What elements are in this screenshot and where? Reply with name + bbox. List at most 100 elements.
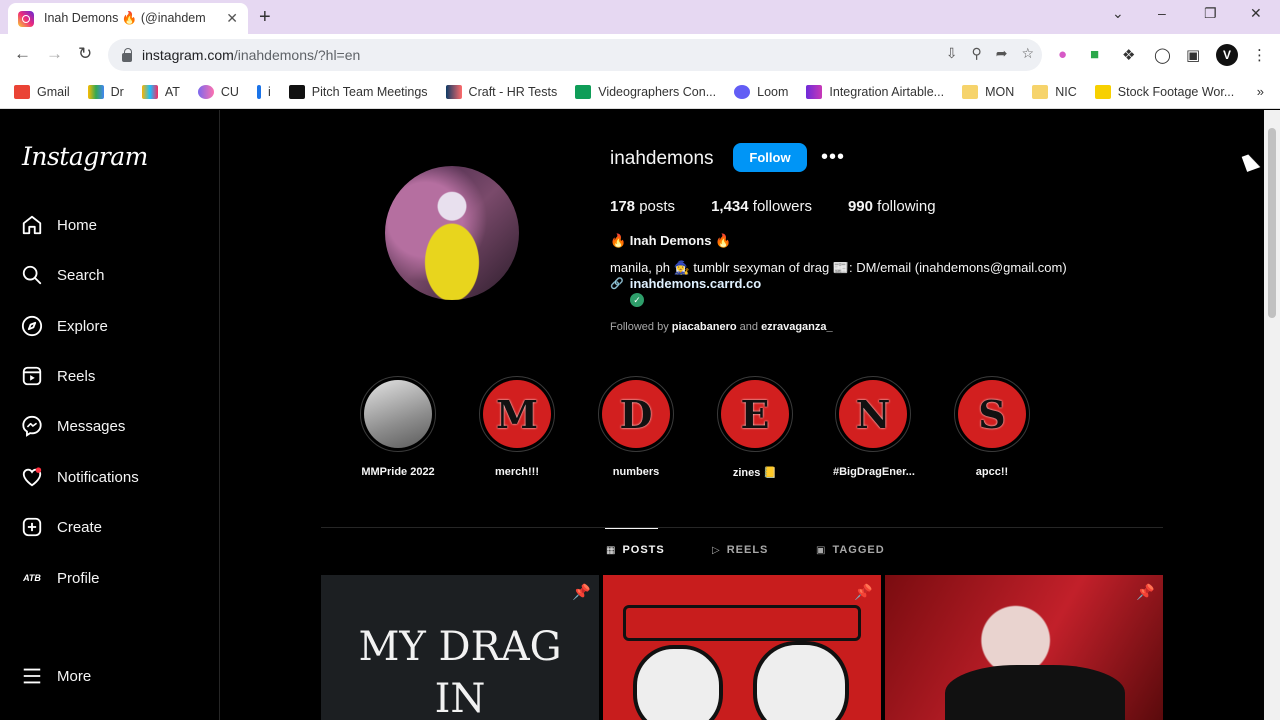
- tab-title: Inah Demons 🔥 (@inahdem: [44, 11, 206, 25]
- nav-reels[interactable]: Reels: [20, 361, 95, 391]
- bookmarks-overflow-icon[interactable]: »: [1257, 84, 1264, 99]
- tab-reels[interactable]: ▷ REELS: [712, 544, 768, 556]
- address-bar[interactable]: instagram.com/inahdemons/?hl=en ⇩ ⚲ ➦ ☆: [108, 39, 1042, 71]
- lock-icon[interactable]: [122, 47, 132, 62]
- post-thumbnail[interactable]: 📌: [603, 575, 881, 720]
- nav-home[interactable]: Home: [20, 210, 97, 240]
- bookmark-drive[interactable]: Dr: [87, 85, 124, 99]
- browser-tab[interactable]: Inah Demons 🔥 (@inahdem ✕: [8, 3, 248, 34]
- highlight-apcc[interactable]: S apcc!!: [952, 376, 1032, 478]
- reels-icon: ▷: [712, 544, 721, 556]
- profile-link[interactable]: 🔗 inahdemons.carrd.co: [610, 276, 761, 291]
- new-tab-button[interactable]: +: [259, 6, 271, 29]
- tab-search-chevron-icon[interactable]: ⌄: [1112, 5, 1124, 22]
- browser-profile-avatar[interactable]: V: [1216, 44, 1238, 66]
- close-window-icon[interactable]: ✕: [1250, 5, 1262, 22]
- nav-profile[interactable]: ATB Profile: [20, 563, 99, 593]
- check-badge-icon: ✓: [630, 293, 644, 307]
- bookmark-videographers[interactable]: Videographers Con...: [575, 85, 716, 99]
- posts-stat: 178 posts: [610, 198, 676, 215]
- highlight-cover: N: [839, 380, 907, 448]
- zoom-icon[interactable]: ⚲: [971, 45, 981, 62]
- forward-arrow-icon[interactable]: →: [46, 44, 63, 64]
- bookmark-gmail[interactable]: Gmail: [14, 85, 70, 99]
- folder-icon: [962, 85, 979, 99]
- search-icon: [20, 263, 44, 287]
- reload-icon[interactable]: ↻: [78, 44, 92, 64]
- highlight-mmpride[interactable]: MMPride 2022: [358, 376, 438, 478]
- instagram-favicon-icon: [18, 10, 34, 27]
- profile-tabs: ▦ POSTS ▷ REELS ▣ TAGGED: [321, 528, 1163, 574]
- nav-explore[interactable]: Explore: [20, 311, 108, 341]
- highlight-numbers[interactable]: D numbers: [596, 376, 676, 478]
- compass-icon: [20, 314, 44, 338]
- post-illustration: [633, 645, 723, 720]
- reels-icon: [20, 364, 44, 388]
- following-stat[interactable]: 990 following: [848, 198, 936, 215]
- tab-close-icon[interactable]: ✕: [226, 10, 238, 27]
- link-icon: 🔗: [610, 278, 624, 290]
- back-arrow-icon[interactable]: ←: [14, 44, 31, 64]
- highlight-bigdragenergy[interactable]: N #BigDragEner...: [833, 376, 915, 478]
- instagram-page: Instagram Home Search Explore Reels Mess…: [0, 110, 1264, 720]
- bookmark-pitch-team-meetings[interactable]: Pitch Team Meetings: [288, 85, 428, 99]
- scrollbar-thumb[interactable]: [1268, 128, 1276, 318]
- nav-create[interactable]: Create: [20, 512, 102, 542]
- bookmark-cu[interactable]: CU: [197, 85, 239, 99]
- install-app-icon[interactable]: ⇩: [946, 45, 958, 62]
- drive-icon: [87, 85, 104, 99]
- followed-by[interactable]: Followed by piacabanero and ezravaganza_: [610, 321, 833, 333]
- extensions-puzzle-icon[interactable]: ❖: [1122, 46, 1135, 64]
- bookmark-airtable[interactable]: AT: [141, 85, 180, 99]
- browser-menu-icon[interactable]: ⋮: [1252, 46, 1267, 64]
- bookmark-stock-footage[interactable]: Stock Footage Wor...: [1094, 85, 1234, 99]
- extension-sync-icon[interactable]: ◯: [1154, 46, 1171, 64]
- url-path: /inahdemons/?hl=en: [233, 47, 361, 63]
- extension-sheets-icon[interactable]: ■: [1090, 46, 1099, 63]
- side-panel-icon[interactable]: ▣: [1186, 46, 1200, 64]
- bookmark-loom[interactable]: Loom: [734, 85, 788, 99]
- profile-avatar-icon: ATB: [23, 573, 41, 583]
- highlight-zines[interactable]: E zines 📒: [715, 376, 795, 479]
- sheets-icon: [575, 85, 592, 99]
- post-band-logo: [623, 605, 861, 641]
- tag-icon: ▣: [816, 544, 827, 556]
- heart-icon: [20, 465, 44, 489]
- highlight-cover: [364, 380, 432, 448]
- more-options-icon[interactable]: •••: [821, 146, 845, 169]
- follow-button[interactable]: Follow: [733, 143, 807, 172]
- tab-tagged[interactable]: ▣ TAGGED: [816, 544, 885, 556]
- restore-window-icon[interactable]: ❐: [1204, 5, 1217, 22]
- bookmark-folder-nic[interactable]: NIC: [1032, 85, 1077, 99]
- page-scrollbar[interactable]: [1264, 110, 1280, 720]
- pin-icon: 📌: [572, 584, 591, 601]
- post-thumbnail[interactable]: 📌: [885, 575, 1163, 720]
- highlight-cover: D: [602, 380, 670, 448]
- instagram-logo[interactable]: Instagram: [22, 142, 148, 171]
- post-thumbnail[interactable]: MY DRAG IN 📌: [321, 575, 599, 720]
- bookmarks-bar: Gmail Dr AT CU i Pitch Team Meetings Cra…: [0, 76, 1280, 109]
- active-tab-indicator: [605, 528, 658, 529]
- nav-search[interactable]: Search: [20, 260, 105, 290]
- profile-bio: manila, ph 🧙‍♀️ tumblr sexyman of drag 📰…: [610, 260, 1067, 275]
- profile-picture[interactable]: [385, 166, 519, 300]
- profile-username: inahdemons: [610, 148, 714, 169]
- minimize-window-icon[interactable]: –: [1158, 5, 1166, 21]
- bookmark-craft-hr-tests[interactable]: Craft - HR Tests: [445, 85, 557, 99]
- bookmark-i[interactable]: i: [256, 85, 271, 99]
- tab-posts[interactable]: ▦ POSTS: [606, 544, 665, 556]
- craft-icon: [445, 85, 462, 99]
- bookmark-star-icon[interactable]: ☆: [1021, 45, 1034, 62]
- share-icon[interactable]: ➦: [996, 45, 1008, 62]
- nav-messages[interactable]: Messages: [20, 411, 125, 441]
- nav-notifications[interactable]: Notifications: [20, 462, 139, 492]
- followers-stat[interactable]: 1,434 followers: [711, 198, 812, 215]
- bookmark-integration-airtable[interactable]: Integration Airtable...: [806, 85, 944, 99]
- loom-icon: [734, 85, 751, 99]
- nav-more[interactable]: More: [20, 661, 91, 691]
- highlight-cover: E: [721, 380, 789, 448]
- messenger-icon: [20, 414, 44, 438]
- highlight-merch[interactable]: M merch!!!: [477, 376, 557, 478]
- bookmark-folder-mon[interactable]: MON: [962, 85, 1014, 99]
- extension-color-icon[interactable]: ●: [1058, 46, 1067, 63]
